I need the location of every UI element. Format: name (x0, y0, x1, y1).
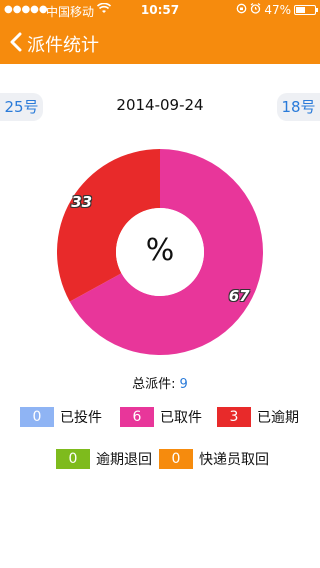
legend-item-delivered: 0 已投件 (20, 407, 102, 427)
alarm-icon (250, 3, 261, 17)
legend-count: 0 (20, 407, 54, 427)
legend-label: 已投件 (60, 410, 102, 426)
total-value: 9 (179, 377, 188, 392)
page-title: 派件统计 (27, 35, 99, 56)
back-button[interactable] (6, 30, 26, 54)
legend-count: 3 (217, 407, 251, 427)
legend-item-courier-retrieved: 0 快递员取回 (159, 449, 269, 469)
legend-item-picked-up: 6 已取件 (120, 407, 202, 427)
total-label: 总派件: (132, 377, 176, 392)
legend-label: 已取件 (160, 410, 202, 426)
status-bar: ●●●●● 中国移动 10:57 47% (0, 0, 320, 20)
total-deliveries: 总派件: 9 (0, 373, 320, 392)
battery-icon (294, 5, 318, 15)
legend-count: 0 (159, 449, 193, 469)
chart-center-label: % (145, 233, 175, 268)
legend-label: 逾期退回 (96, 452, 152, 468)
orientation-lock-icon (236, 3, 247, 17)
navigation-bar: 派件统计 (0, 20, 320, 64)
legend-count: 0 (56, 449, 90, 469)
legend-item-overdue-returned: 0 逾期退回 (56, 449, 152, 469)
legend-label: 快递员取回 (199, 452, 269, 468)
battery-percent: 47% (264, 3, 291, 17)
legend-label: 已逾期 (257, 410, 299, 426)
pie-slice-label: 33 (71, 193, 93, 212)
legend-item-overdue: 3 已逾期 (217, 407, 299, 427)
next-date-button[interactable]: 18号 (277, 93, 320, 121)
pie-slice-label: 67 (228, 286, 250, 305)
chevron-left-icon (10, 32, 22, 52)
current-date: 2014-09-24 (116, 96, 204, 114)
legend-count: 6 (120, 407, 154, 427)
